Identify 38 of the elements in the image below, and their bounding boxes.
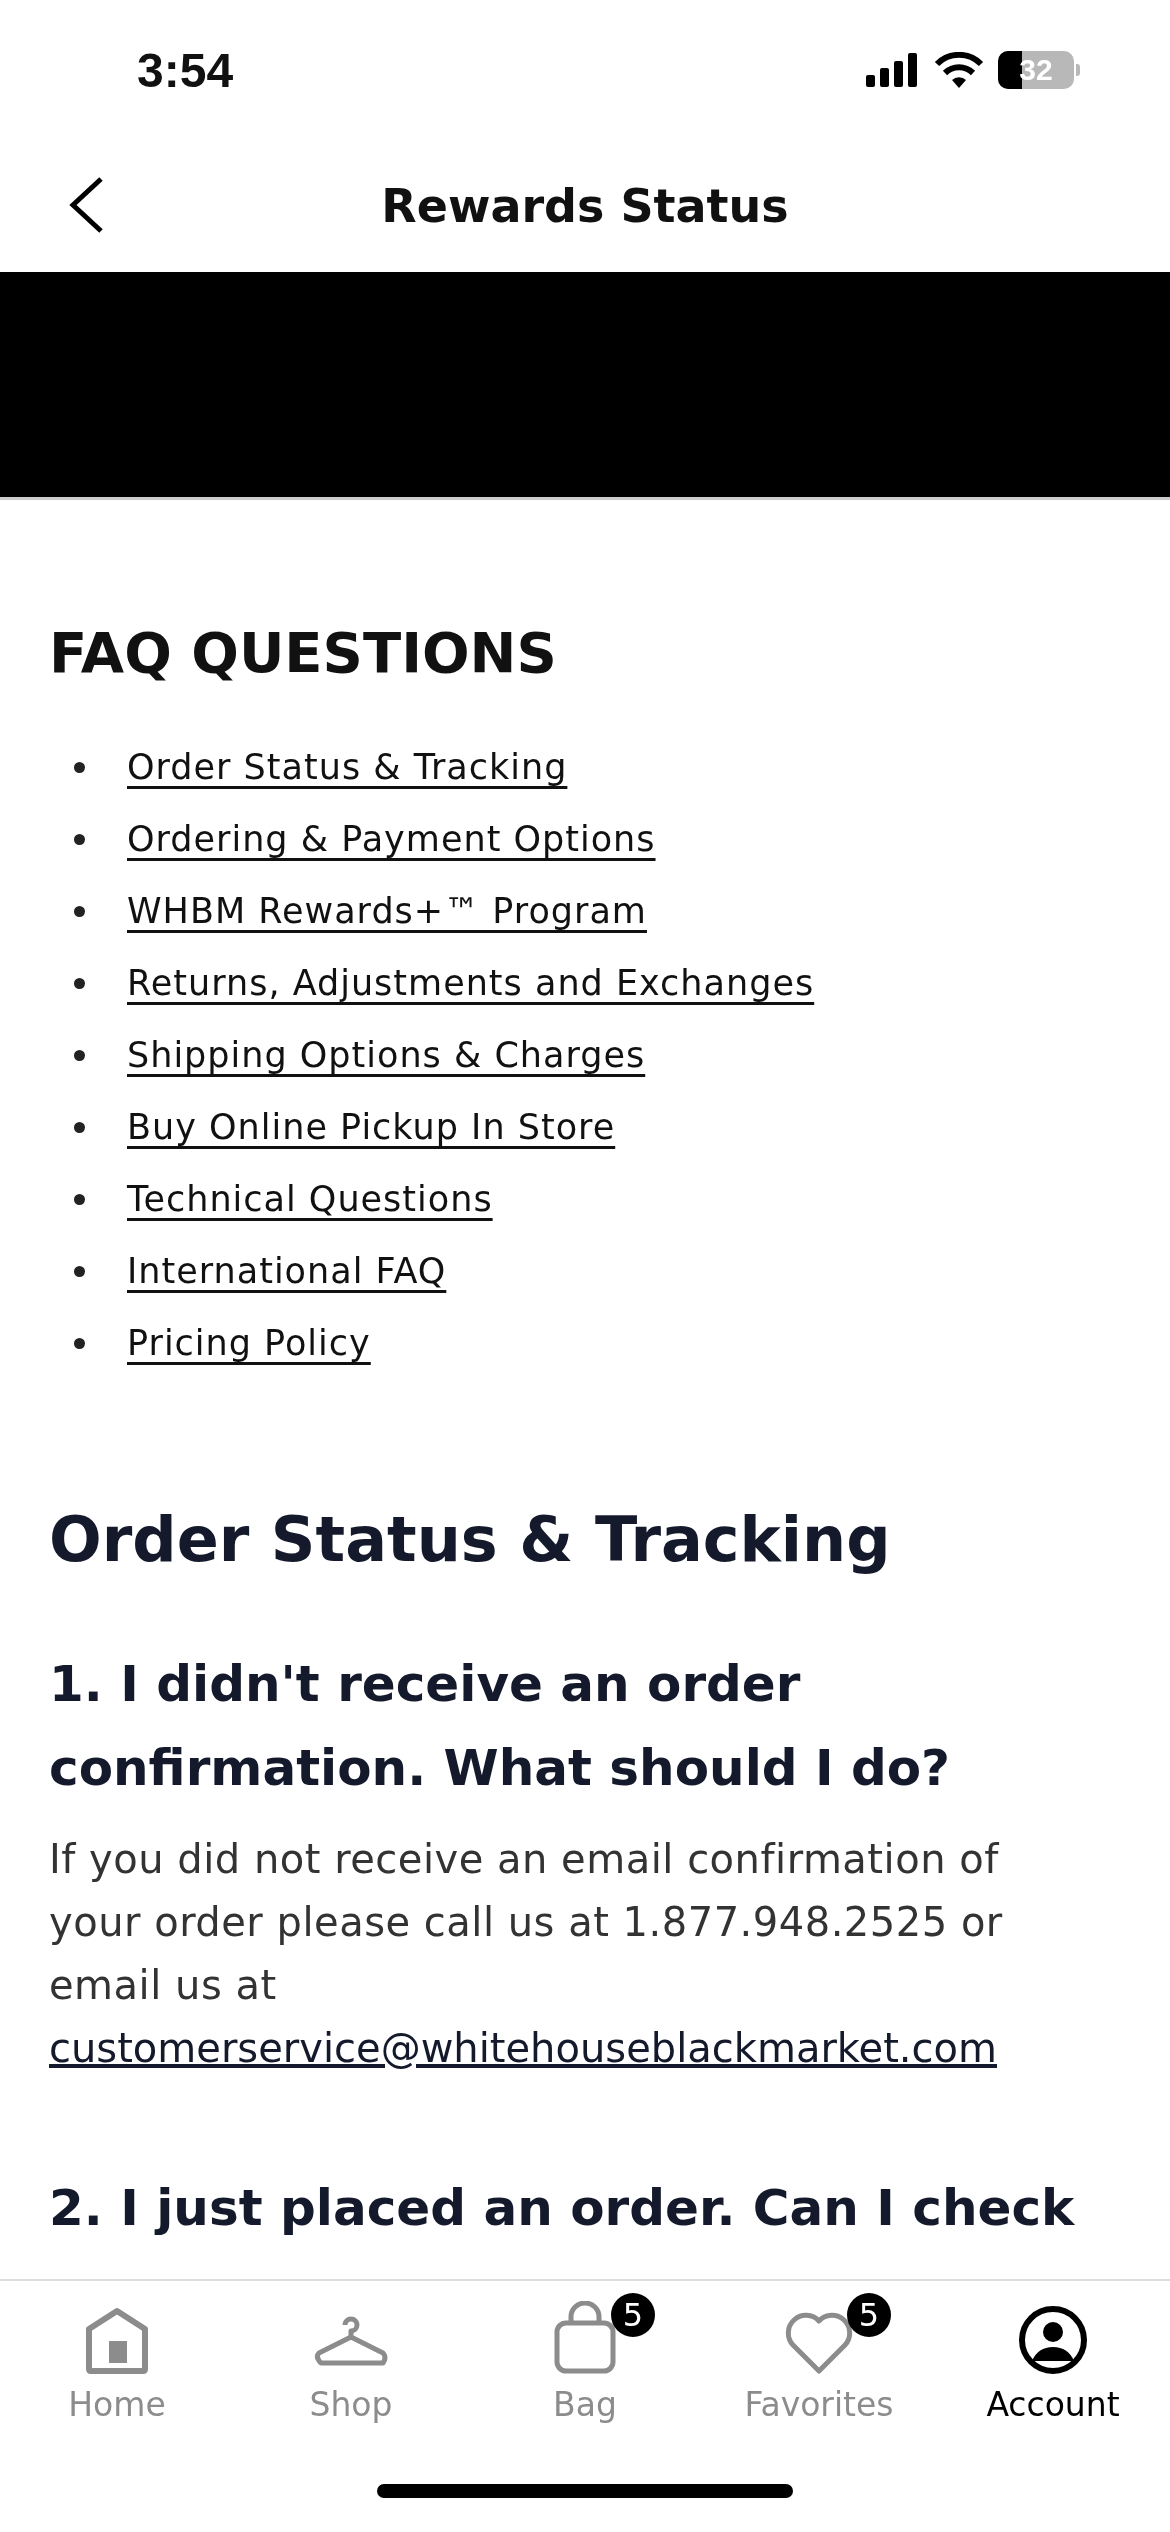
bullet-icon (74, 905, 85, 917)
account-icon (1018, 2305, 1088, 2375)
faq-link[interactable]: Ordering & Payment Options (127, 819, 656, 859)
bullet-icon (74, 833, 85, 845)
answer-text: If you did not receive an email confirmation of your order please call us at 1.877.948.2525 or email us at customerservice@whitehouseblackmarket.com (49, 1835, 1004, 2073)
question-title: 1. I didn't receive an order confirmation. What should I do? (49, 1654, 952, 1799)
home-icon (85, 2307, 149, 2375)
status-time: 3:54 (137, 42, 234, 98)
bullet-icon (74, 1337, 85, 1349)
bullet-icon (74, 1049, 85, 1061)
page-title: Rewards Status (381, 179, 789, 233)
faq-link[interactable]: Order Status & Tracking (127, 747, 568, 787)
email-link[interactable]: customerservice@whitehouseblackmarket.com (49, 2025, 997, 2071)
tab-item[interactable]: 5 Favorites (702, 2285, 936, 2424)
bag-icon (553, 2301, 617, 2375)
section-heading: Order Status & Tracking (49, 1503, 892, 1576)
bullet-icon (74, 761, 85, 773)
faq-link[interactable]: Returns, Adjustments and Exchanges (127, 963, 815, 1003)
faq-heading: FAQ QUESTIONS (49, 620, 558, 685)
tab-item[interactable]: 5 Bag (468, 2285, 702, 2424)
faq-link[interactable]: Technical Questions (127, 1179, 493, 1219)
faq-link[interactable]: Buy Online Pickup In Store (127, 1107, 616, 1147)
count-badge: 5 (611, 2293, 655, 2337)
faq-link[interactable]: Shipping Options & Charges (127, 1035, 646, 1075)
question-title: 2. I just placed an order. Can I check (49, 2178, 1076, 2239)
heart-icon (785, 2311, 853, 2375)
back-icon[interactable] (68, 176, 104, 234)
bullet-icon (74, 977, 85, 989)
wifi-icon (934, 52, 984, 88)
faq-link[interactable]: International FAQ (127, 1251, 447, 1291)
faq-link[interactable]: WHBM Rewards+™ Program (127, 891, 647, 931)
bullet-icon (74, 1193, 85, 1205)
count-badge: 5 (847, 2293, 891, 2337)
signal-icon (866, 53, 920, 87)
tab-item[interactable]: Account (936, 2285, 1170, 2424)
bullet-icon (74, 1265, 85, 1277)
bullet-icon (74, 1121, 85, 1133)
faq-link[interactable]: Pricing Policy (127, 1323, 371, 1363)
